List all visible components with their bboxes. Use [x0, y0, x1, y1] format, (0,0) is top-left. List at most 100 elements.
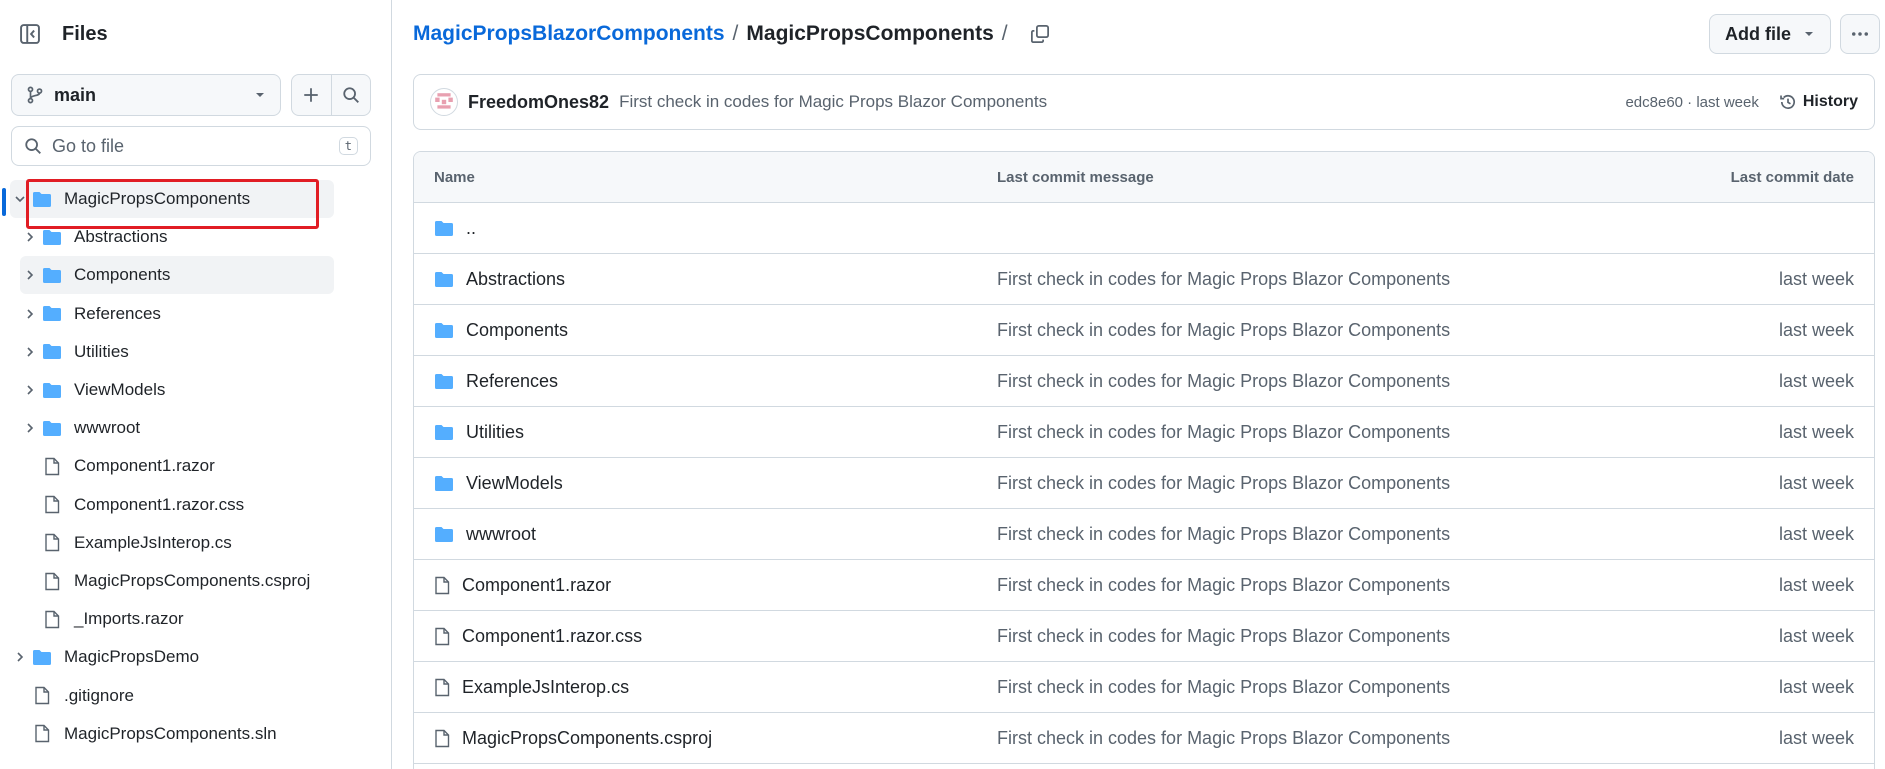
chevron-down-icon[interactable] [10, 194, 30, 204]
chevron-right-icon[interactable] [20, 308, 40, 320]
table-header: Name Last commit message Last commit dat… [414, 152, 1874, 203]
chevron-right-icon [27, 385, 34, 395]
branch-selector[interactable]: main [11, 74, 281, 116]
file-icon [45, 610, 60, 628]
file-link[interactable]: Component1.razor.css [462, 626, 642, 647]
table-row[interactable]: Component1.razor First check in codes for… [414, 560, 1874, 611]
add-file-label: Add file [1725, 23, 1791, 44]
tree-item-references[interactable]: References [20, 295, 334, 333]
breadcrumb-separator: / [1001, 22, 1008, 45]
folder-icon [43, 344, 61, 360]
folder-link[interactable]: Abstractions [466, 269, 565, 290]
tree-item-viewmodels[interactable]: ViewModels [20, 371, 334, 409]
add-file-dropdown-button[interactable]: Add file [1709, 14, 1831, 54]
tree-item-label: .gitignore [64, 685, 134, 705]
tree-item-magicpropscomponents[interactable]: MagicPropsComponents [10, 180, 334, 218]
avatar[interactable] [430, 88, 458, 116]
tree-item-component1-razor-css[interactable]: Component1.razor.css [20, 486, 334, 524]
table-row[interactable]: MagicPropsComponents.csproj First check i… [414, 713, 1874, 764]
file-link[interactable]: ExampleJsInterop.cs [462, 677, 629, 698]
breadcrumb-current: MagicPropsComponents [746, 22, 994, 45]
table-row[interactable]: ExampleJsInterop.cs First check in codes … [414, 662, 1874, 713]
folder-link[interactable]: References [466, 371, 558, 392]
folder-link[interactable]: Utilities [466, 422, 524, 443]
chevron-down-icon [15, 196, 25, 203]
git-branch-icon [27, 86, 43, 104]
more-options-button[interactable] [1840, 14, 1880, 54]
parent-directory-row[interactable]: .. [414, 203, 1874, 254]
tree-item-wwwroot[interactable]: wwwroot [20, 409, 334, 447]
folder-link[interactable]: Components [466, 320, 568, 341]
table-row[interactable]: References First check in codes for Magic… [414, 356, 1874, 407]
chevron-right-icon [27, 423, 34, 433]
search-code-button[interactable] [330, 75, 370, 115]
table-row[interactable]: Components First check in codes for Magic… [414, 305, 1874, 356]
table-row[interactable]: ViewModels First check in codes for Magic… [414, 458, 1874, 509]
file-link[interactable]: MagicPropsComponents.csproj [462, 728, 712, 749]
tree-item-abstractions[interactable]: Abstractions [20, 218, 334, 256]
tree-item-label: ViewModels [74, 380, 166, 399]
tree-item-magicpropscomponents-csproj[interactable]: MagicPropsComponents.csproj [20, 562, 334, 600]
commit-message-link[interactable]: First check in codes for Magic Props Bla… [997, 626, 1654, 647]
history-button[interactable]: History [1779, 93, 1858, 111]
commit-message-link[interactable]: First check in codes for Magic Props Bla… [997, 677, 1654, 698]
folder-icon [43, 229, 61, 245]
add-file-button[interactable] [292, 75, 331, 115]
folder-link[interactable]: ViewModels [466, 473, 563, 494]
folder-icon [435, 322, 453, 338]
tree-item-label: ExampleJsInterop.cs [74, 532, 232, 552]
commit-message-link[interactable]: First check in codes for Magic Props Bla… [997, 371, 1654, 392]
go-to-file-field[interactable]: t [11, 126, 371, 166]
tree-item--gitignore[interactable]: .gitignore [10, 677, 334, 715]
table-row[interactable]: Abstractions First check in codes for Mag… [414, 254, 1874, 305]
chevron-right-icon[interactable] [20, 422, 40, 434]
go-to-file-input[interactable] [52, 135, 329, 157]
commit-message-link[interactable]: First check in codes for Magic Props Bla… [997, 575, 1654, 596]
commit-author[interactable]: FreedomOnes82 [468, 92, 609, 113]
commit-hash-time[interactable]: edc8e60 · last week [1625, 94, 1758, 111]
file-link[interactable]: Component1.razor [462, 575, 611, 596]
folder-icon [435, 373, 453, 389]
tree-item--imports-razor[interactable]: _Imports.razor [20, 600, 334, 638]
column-header-message: Last commit message [997, 168, 1154, 186]
commit-message-link[interactable]: First check in codes for Magic Props Bla… [997, 473, 1654, 494]
commit-message-link[interactable]: First check in codes for Magic Props Bla… [997, 728, 1654, 749]
tree-item-utilities[interactable]: Utilities [20, 333, 334, 371]
chevron-right-icon[interactable] [20, 346, 40, 358]
collapse-sidebar-button[interactable] [10, 14, 50, 54]
table-body: Abstractions First check in codes for Mag… [414, 254, 1874, 764]
tree-item-label: _Imports.razor [74, 609, 184, 629]
commit-message-link[interactable]: First check in codes for Magic Props Bla… [997, 320, 1654, 341]
commit-message-link[interactable]: First check in codes for Magic Props Bla… [997, 269, 1654, 290]
folder-icon [33, 649, 51, 665]
tree-item-magicpropscomponents-sln[interactable]: MagicPropsComponents.sln [10, 715, 334, 753]
chevron-right-icon[interactable] [20, 231, 40, 243]
breadcrumb: MagicPropsBlazorComponents / MagicPropsC… [413, 22, 1050, 46]
search-icon [25, 138, 41, 154]
chevron-right-icon[interactable] [20, 384, 40, 396]
identicon-icon [435, 93, 453, 109]
sidebar-actions [291, 74, 371, 116]
file-icon [40, 572, 64, 591]
file-tree-sidebar: Files main t MagicPropsCo [0, 0, 392, 769]
commit-message[interactable]: First check in codes for Magic Props Bla… [619, 92, 1625, 112]
table-row[interactable]: wwwroot First check in codes for Magic Pr… [414, 509, 1874, 560]
commit-message-link[interactable]: First check in codes for Magic Props Bla… [997, 422, 1654, 443]
file-icon [45, 457, 60, 476]
parent-directory-link[interactable]: .. [466, 218, 476, 239]
file-icon [435, 576, 450, 594]
tree-item-magicpropsdemo[interactable]: MagicPropsDemo [10, 638, 334, 676]
chevron-right-icon[interactable] [20, 269, 40, 281]
commit-message-link[interactable]: First check in codes for Magic Props Bla… [997, 524, 1654, 545]
folder-link[interactable]: wwwroot [466, 524, 536, 545]
copy-path-button[interactable] [1030, 24, 1050, 44]
table-row[interactable]: Component1.razor.css First check in codes… [414, 611, 1874, 662]
tree-item-label: wwwroot [74, 418, 141, 438]
breadcrumb-repo-link[interactable]: MagicPropsBlazorComponents [413, 22, 725, 46]
active-item-indicator [2, 188, 6, 216]
chevron-right-icon[interactable] [10, 651, 30, 663]
tree-item-components[interactable]: Components [20, 256, 334, 295]
tree-item-component1-razor[interactable]: Component1.razor [20, 447, 334, 485]
tree-item-examplejsinterop-cs[interactable]: ExampleJsInterop.cs [20, 524, 334, 562]
table-row[interactable]: Utilities First check in codes for Magic … [414, 407, 1874, 458]
